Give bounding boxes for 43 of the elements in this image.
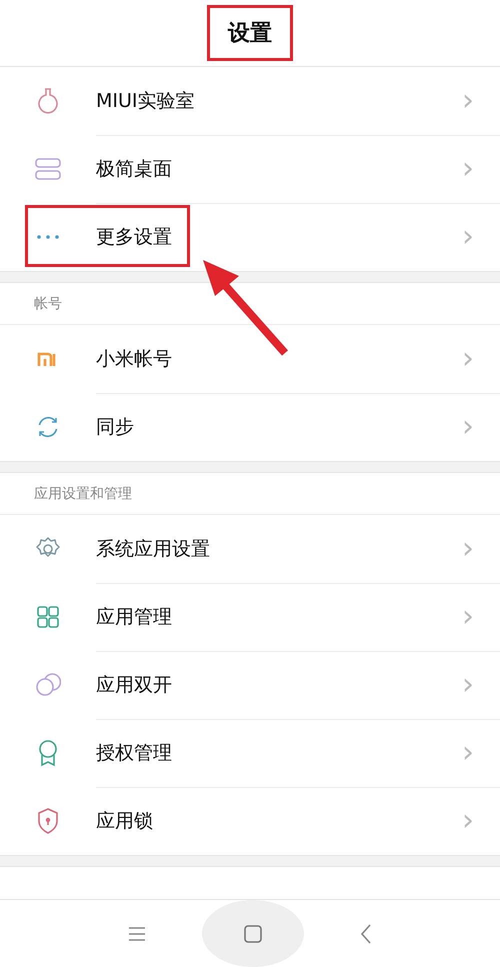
row-label: 应用锁: [96, 808, 154, 834]
row-label: 极简桌面: [96, 156, 173, 182]
page-title: 设置: [207, 5, 293, 61]
chevron-icon: ›: [462, 534, 474, 564]
more-icon: [37, 235, 59, 239]
layout-icon: [35, 158, 61, 180]
home-icon: [244, 924, 262, 942]
shield-lock-icon: [37, 808, 59, 834]
chevron-icon: ›: [462, 412, 474, 442]
settings-row[interactable]: 极简桌面 ›: [0, 135, 500, 203]
chevron-icon: ›: [462, 670, 474, 700]
settings-row[interactable]: 同步 ›: [0, 393, 500, 461]
row-label: 系统应用设置: [96, 536, 211, 562]
circles-icon: [35, 673, 61, 697]
row-label: 小米帐号: [96, 346, 173, 372]
settings-row[interactable]: 小米帐号 ›: [0, 325, 500, 393]
badge-icon: [37, 739, 59, 767]
chevron-icon: ›: [462, 222, 474, 252]
flask-icon: [37, 87, 59, 115]
section-heading: 应用设置和管理: [0, 473, 500, 515]
settings-row[interactable]: 应用双开 ›: [0, 651, 500, 719]
chevron-icon: ›: [462, 806, 474, 836]
settings-row[interactable]: 系统应用设置 ›: [0, 515, 500, 583]
settings-row[interactable]: MIUI实验室 ›: [0, 67, 500, 135]
chevron-icon: ›: [462, 344, 474, 374]
chevron-icon: ›: [462, 602, 474, 632]
sync-icon: [36, 415, 60, 439]
chevron-icon: ›: [462, 738, 474, 768]
row-label: 更多设置: [96, 224, 173, 250]
chevron-icon: ›: [462, 86, 474, 116]
chevron-icon: ›: [462, 154, 474, 184]
row-label: MIUI实验室: [96, 88, 196, 114]
row-label: 同步: [96, 414, 135, 440]
settings-row[interactable]: 应用锁 ›: [0, 787, 500, 855]
row-label: 授权管理: [96, 740, 173, 766]
back-icon[interactable]: [360, 924, 372, 944]
row-label: 应用双开: [96, 672, 173, 698]
menu-icon[interactable]: [128, 926, 146, 942]
settings-row[interactable]: 更多设置 ›: [0, 203, 500, 271]
settings-row[interactable]: 应用管理 ›: [0, 583, 500, 651]
grid-icon: [37, 606, 59, 628]
row-label: 应用管理: [96, 604, 173, 630]
settings-row[interactable]: 授权管理 ›: [0, 719, 500, 787]
